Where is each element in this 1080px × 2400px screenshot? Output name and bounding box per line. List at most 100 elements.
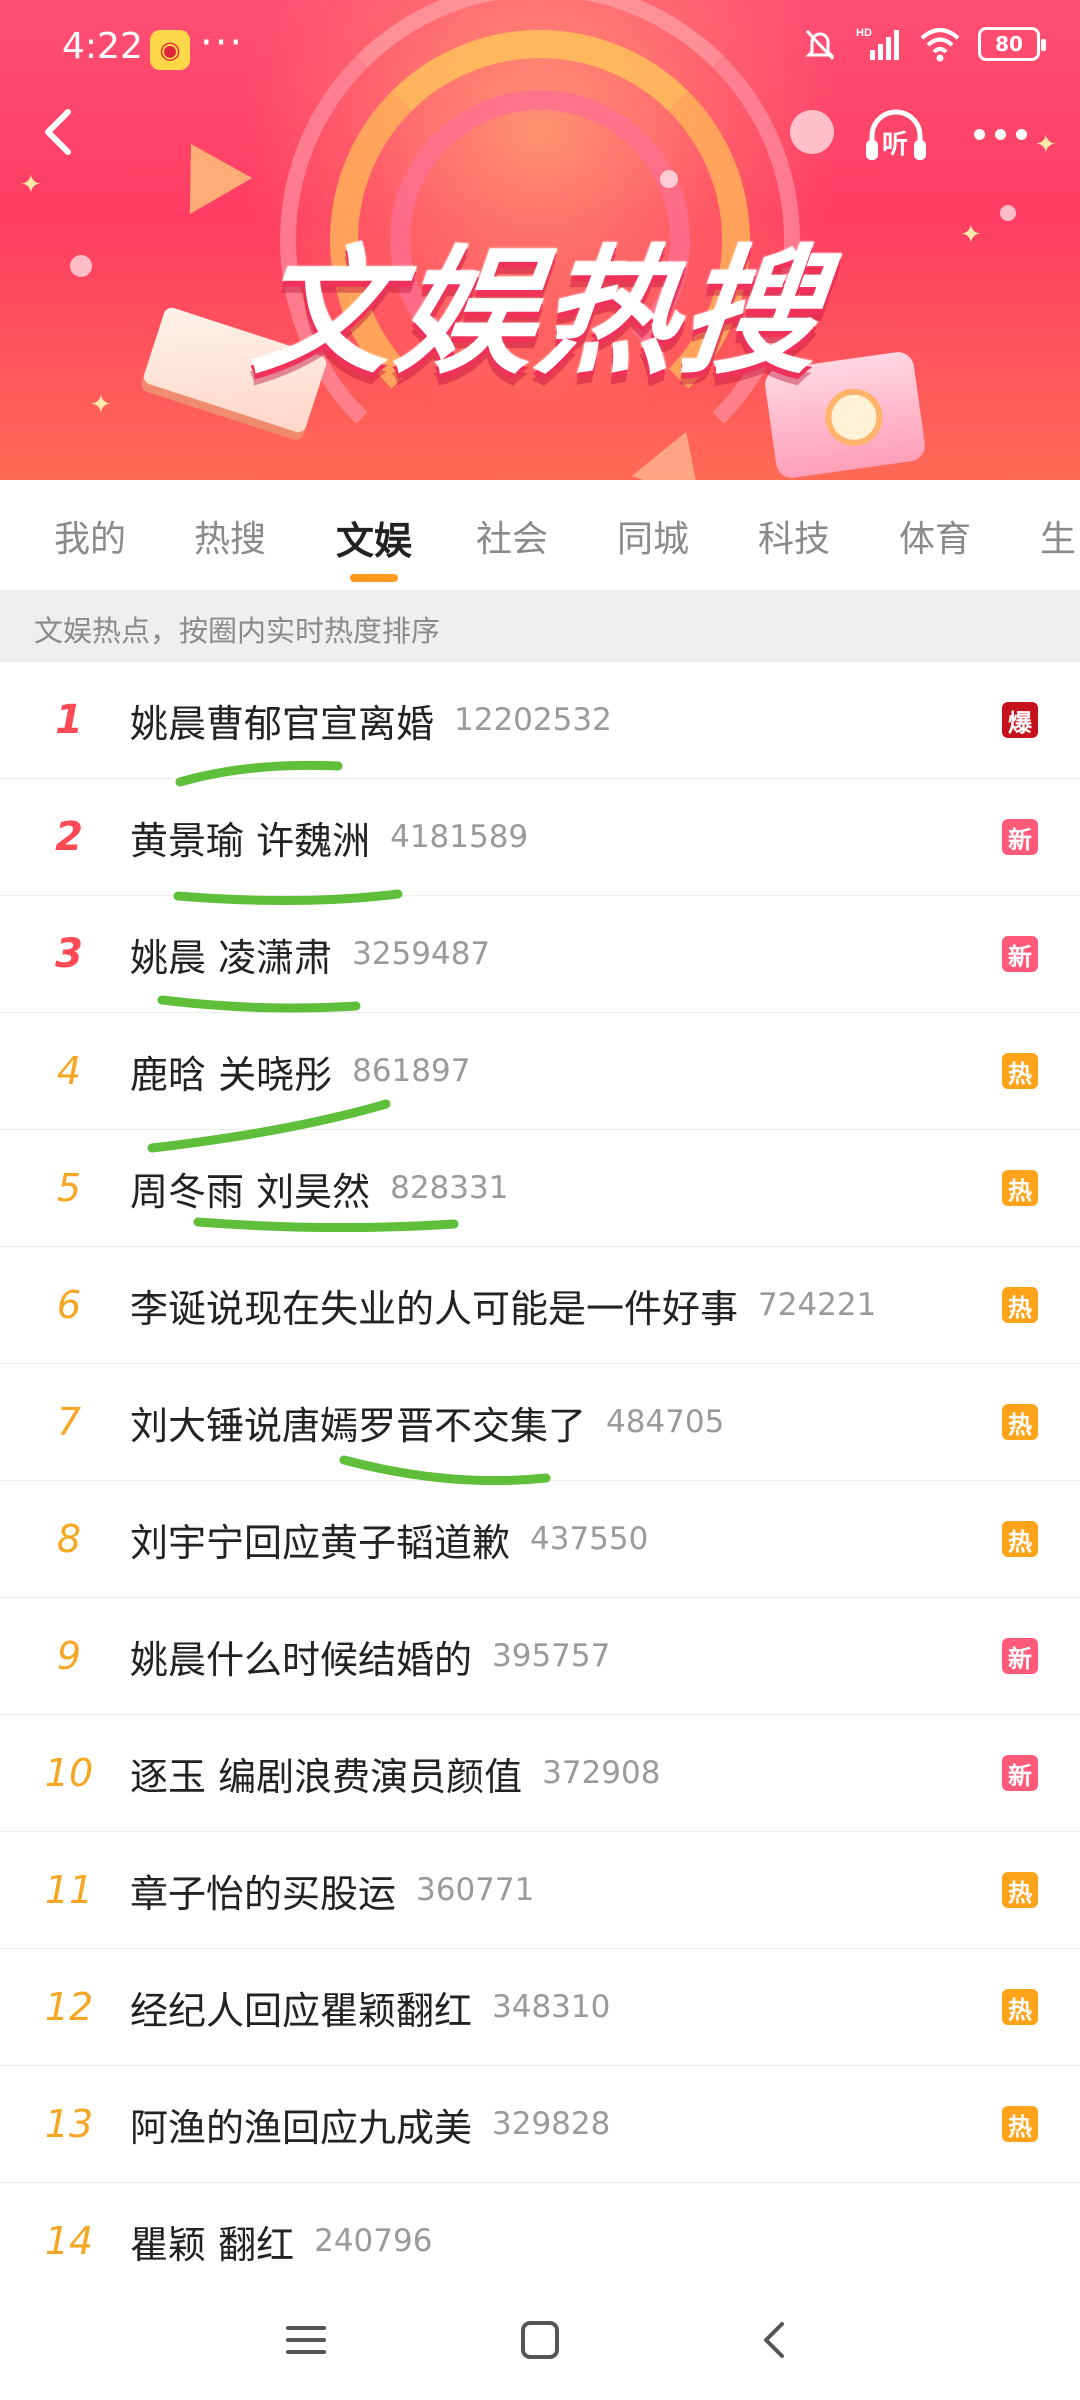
heat-count: 348310 — [492, 1989, 611, 2025]
rank-number: 10 — [44, 1751, 94, 1795]
menu-icon — [286, 2326, 326, 2354]
rank-number: 6 — [56, 1283, 82, 1327]
tab-tech[interactable]: 科技 — [758, 510, 830, 562]
list-description: 文娱热点，按圈内实时热度排序 — [0, 590, 1080, 662]
rank-number: 4 — [56, 1049, 82, 1093]
badge-hot: 热 — [1002, 1287, 1038, 1323]
rank-number: 13 — [44, 2102, 94, 2146]
heat-count: 360771 — [416, 1872, 535, 1908]
heat-count: 4181589 — [390, 819, 529, 855]
battery-icon: 80 — [978, 27, 1046, 61]
badge-new: 新 — [1002, 1638, 1038, 1674]
list-item[interactable]: 9 姚晨什么时候结婚的 395757 新 — [0, 1598, 1080, 1715]
more-dot — [973, 128, 985, 140]
wifi-icon — [918, 24, 962, 64]
svg-text:HD: HD — [856, 27, 872, 39]
sparkle-icon: ✦ — [1035, 130, 1057, 160]
heat-count: 12202532 — [454, 702, 612, 738]
list-item[interactable]: 11 章子怡的买股运 360771 热 — [0, 1832, 1080, 1949]
item-title: 阿渔的渔回应九成美 — [130, 2105, 473, 2150]
item-title: 经纪人回应瞿颖翻红 — [130, 1988, 473, 2033]
item-title: 刘大锤说唐嫣罗晋不交集了 — [130, 1403, 587, 1448]
weibo-icon: ◉ — [150, 30, 190, 70]
list-item[interactable]: 13 阿渔的渔回应九成美 329828 热 — [0, 2066, 1080, 2183]
more-dot — [994, 128, 1006, 140]
system-navigation-bar — [0, 2275, 1080, 2400]
status-time: 4:22 — [62, 26, 143, 67]
item-title: 鹿晗 关晓彤 — [130, 1052, 333, 1097]
rank-number: 5 — [56, 1166, 82, 1210]
list-item[interactable]: 6 李诞说现在失业的人可能是一件好事 724221 热 — [0, 1247, 1080, 1364]
tab-local[interactable]: 同城 — [617, 510, 689, 562]
badge-new: 新 — [1002, 819, 1038, 855]
home-button[interactable] — [510, 2310, 570, 2370]
more-dot — [1015, 128, 1027, 140]
heat-count: 329828 — [492, 2106, 611, 2142]
list-item[interactable]: 10 逐玉 编剧浪费演员颜值 372908 新 — [0, 1715, 1080, 1832]
rank-number: 7 — [56, 1400, 82, 1444]
heat-count: 395757 — [492, 1638, 611, 1674]
item-title: 周冬雨 刘昊然 — [130, 1169, 371, 1214]
item-title: 瞿颖 翻红 — [130, 2222, 295, 2267]
listen-label: 听 — [882, 130, 909, 160]
rank-number: 8 — [56, 1517, 82, 1561]
list-item[interactable]: 2 黄景瑜 许魏洲 4181589 新 — [0, 779, 1080, 896]
hd-signal-icon: HD — [856, 24, 902, 64]
rank-number: 2 — [55, 814, 83, 860]
rank-number: 9 — [56, 1634, 82, 1678]
sparkle-icon: ✦ — [20, 170, 42, 200]
bell-muted-icon — [800, 24, 840, 64]
status-icons: HD 80 — [800, 24, 1046, 64]
badge-hot: 热 — [1002, 1989, 1038, 2025]
badge-new: 新 — [1002, 1755, 1038, 1791]
badge-hot: 热 — [1002, 1404, 1038, 1440]
list-item[interactable]: 5 周冬雨 刘昊然 828331 热 — [0, 1130, 1080, 1247]
list-item[interactable]: 4 鹿晗 关晓彤 861897 热 — [0, 1013, 1080, 1130]
list-item[interactable]: 3 姚晨 凌潇肃 3259487 新 — [0, 896, 1080, 1013]
tab-sports[interactable]: 体育 — [899, 510, 971, 562]
heat-count: 828331 — [390, 1170, 509, 1206]
list-item[interactable]: 8 刘宇宁回应黄子韬道歉 437550 热 — [0, 1481, 1080, 1598]
heat-count: 724221 — [758, 1287, 877, 1323]
item-title: 逐玉 编剧浪费演员颜值 — [130, 1754, 523, 1799]
badge-explosive: 爆 — [1002, 702, 1038, 738]
listen-button[interactable]: 听 — [860, 100, 932, 172]
heat-count: 240796 — [314, 2223, 433, 2259]
rank-number: 1 — [55, 697, 83, 743]
rank-number: 11 — [44, 1868, 94, 1912]
category-tabs: 我的 热搜 文娱 社会 同城 科技 体育 生 — [0, 480, 1080, 590]
badge-hot: 热 — [1002, 1053, 1038, 1089]
more-options-button[interactable] — [964, 104, 1036, 164]
list-item[interactable]: 1 姚晨曹郁官宣离婚 12202532 爆 — [0, 662, 1080, 779]
item-title: 刘宇宁回应黄子韬道歉 — [130, 1520, 511, 1565]
item-title: 姚晨曹郁官宣离婚 — [130, 701, 435, 746]
chevron-left-icon — [45, 109, 71, 155]
list-item[interactable]: 7 刘大锤说唐嫣罗晋不交集了 484705 热 — [0, 1364, 1080, 1481]
tab-hot-search[interactable]: 热搜 — [194, 510, 266, 562]
item-title: 章子怡的买股运 — [130, 1871, 397, 1916]
rank-number: 3 — [55, 931, 83, 977]
rank-number: 12 — [44, 1985, 94, 2029]
tab-life[interactable]: 生 — [1040, 510, 1076, 562]
tab-mine[interactable]: 我的 — [54, 510, 126, 562]
heat-count: 372908 — [542, 1755, 661, 1791]
list-description-text: 文娱热点，按圈内实时热度排序 — [34, 614, 441, 648]
badge-hot: 热 — [1002, 1521, 1038, 1557]
menu-button[interactable] — [276, 2310, 336, 2370]
badge-hot: 热 — [1002, 2106, 1038, 2142]
heat-count: 861897 — [352, 1053, 471, 1089]
hot-search-list: 1 姚晨曹郁官宣离婚 12202532 爆 2 黄景瑜 许魏洲 4181589 新 … — [0, 662, 1080, 2300]
tab-entertainment[interactable]: 文娱 — [336, 510, 412, 565]
banner-title: 文娱热搜 — [246, 232, 832, 393]
item-title: 姚晨 凌潇肃 — [130, 935, 333, 980]
back-button[interactable] — [28, 100, 92, 164]
tab-society[interactable]: 社会 — [476, 510, 548, 562]
heat-count: 484705 — [606, 1404, 725, 1440]
list-item[interactable]: 12 经纪人回应瞿颖翻红 348310 热 — [0, 1949, 1080, 2066]
badge-new: 新 — [1002, 936, 1038, 972]
badge-hot: 热 — [1002, 1170, 1038, 1206]
system-back-button[interactable] — [744, 2310, 804, 2370]
heat-count: 437550 — [530, 1521, 649, 1557]
heat-count: 3259487 — [352, 936, 491, 972]
banner-bubble — [790, 110, 834, 154]
